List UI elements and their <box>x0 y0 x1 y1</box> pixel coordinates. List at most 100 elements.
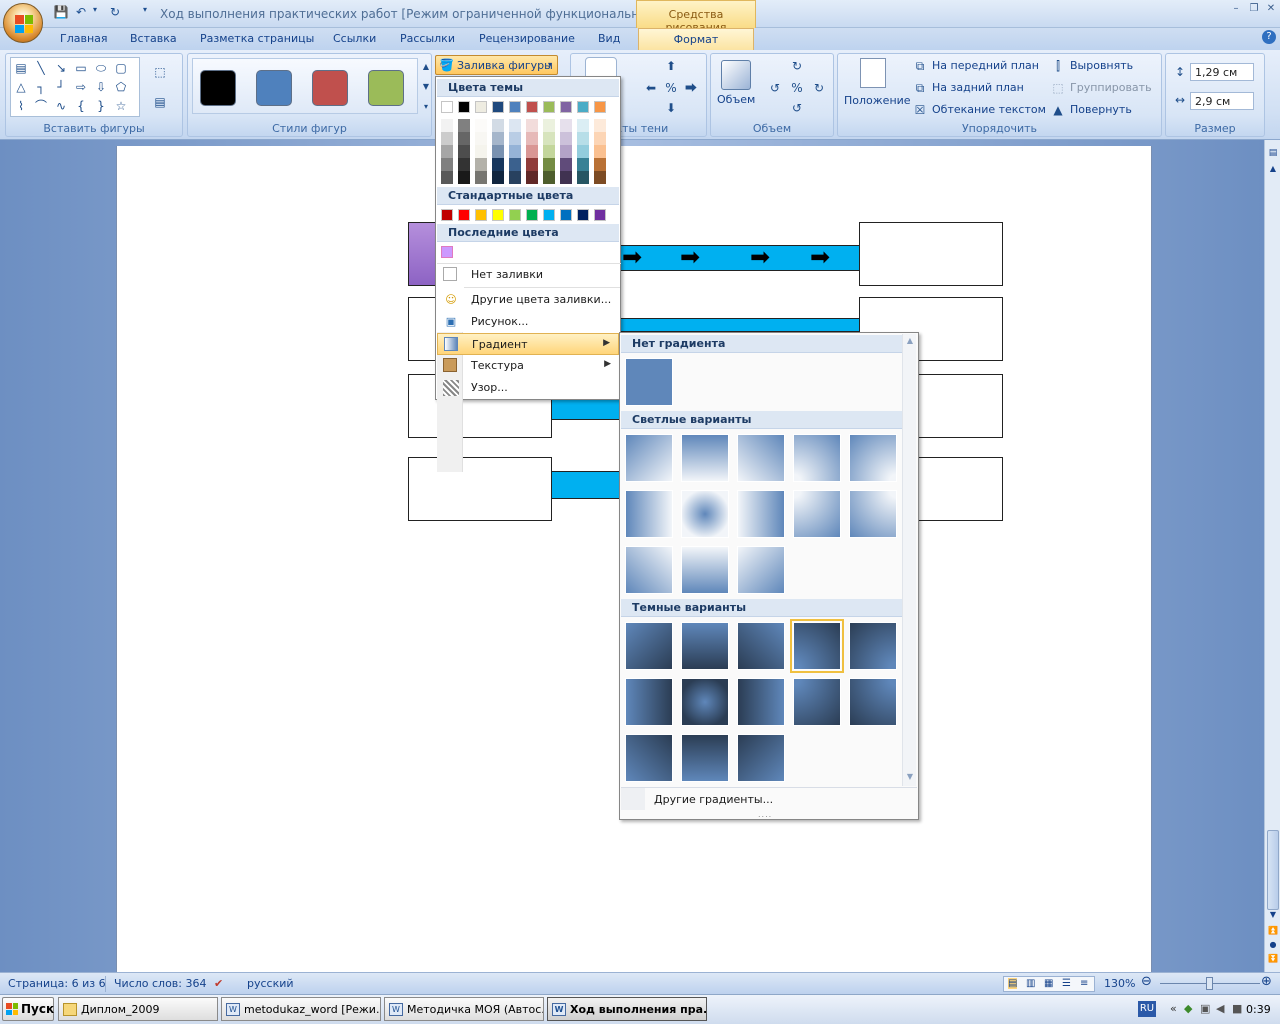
theme-color-swatch[interactable] <box>441 101 453 113</box>
theme-color-shade[interactable] <box>492 158 504 171</box>
standard-color-swatch[interactable] <box>441 209 453 221</box>
standard-color-swatch[interactable] <box>594 209 606 221</box>
zoom-level[interactable]: 130% <box>1104 977 1135 990</box>
light-gradient-swatch[interactable] <box>681 490 729 538</box>
nudge-up-icon[interactable]: ⬆ <box>663 58 679 74</box>
theme-color-shade[interactable] <box>458 119 470 132</box>
theme-color-shade[interactable] <box>509 145 521 158</box>
send-back-button[interactable]: На задний план <box>932 81 1024 94</box>
standard-color-swatch[interactable] <box>509 209 521 221</box>
scroll-down-icon[interactable]: ▼ <box>904 772 916 781</box>
dark-gradient-swatch[interactable] <box>849 678 897 726</box>
theme-color-shade[interactable] <box>509 119 521 132</box>
tab-home[interactable]: Главная <box>60 32 108 45</box>
style-swatch-green[interactable] <box>368 70 404 106</box>
theme-color-shade[interactable] <box>458 158 470 171</box>
theme-color-shade[interactable] <box>441 132 453 145</box>
theme-color-shade[interactable] <box>594 158 606 171</box>
theme-color-shade[interactable] <box>475 119 487 132</box>
tilt-right-icon[interactable]: ↻ <box>811 80 827 96</box>
outline-icon[interactable]: ☰ <box>1062 978 1071 989</box>
tilt-up-icon[interactable]: ↻ <box>789 58 805 74</box>
page-count[interactable]: Страница: 6 из 6 <box>8 977 106 990</box>
nudge-left-icon[interactable]: ⬅ <box>643 80 659 96</box>
theme-color-shade[interactable] <box>509 171 521 184</box>
restore-icon[interactable]: ❐ <box>1246 3 1262 17</box>
redo-icon[interactable]: ↻ <box>106 5 124 21</box>
position-button[interactable]: Положение <box>844 94 911 107</box>
diagram-box[interactable] <box>917 457 1003 521</box>
theme-color-shade[interactable] <box>458 145 470 158</box>
height-input[interactable]: 1,29 см <box>1190 63 1254 81</box>
3d-effects-label[interactable]: Объем <box>717 93 755 106</box>
proofing-icon[interactable]: ✔ <box>214 977 223 990</box>
light-gradient-swatch[interactable] <box>849 434 897 482</box>
theme-color-shade[interactable] <box>560 171 572 184</box>
dark-gradient-swatch[interactable] <box>790 619 844 673</box>
light-gradient-swatch[interactable] <box>625 490 673 538</box>
theme-color-shade[interactable] <box>577 119 589 132</box>
diagram-box[interactable] <box>408 297 438 361</box>
oval-icon[interactable]: ⬭ <box>93 60 109 76</box>
tray-app-icon[interactable]: ◆ <box>1184 1002 1192 1015</box>
print-layout-icon[interactable]: ▤ <box>1008 978 1018 989</box>
close-icon[interactable]: ✕ <box>1263 3 1279 17</box>
tab-review[interactable]: Рецензирование <box>479 32 575 45</box>
3d-toggle-icon[interactable]: % <box>789 80 805 96</box>
standard-color-swatch[interactable] <box>492 209 504 221</box>
theme-color-swatch[interactable] <box>509 101 521 113</box>
network-icon[interactable]: ▣ <box>1200 1002 1210 1015</box>
undo-icon[interactable]: ↶ <box>72 5 90 21</box>
light-gradient-swatch[interactable] <box>737 434 785 482</box>
dark-gradient-swatch[interactable] <box>737 622 785 670</box>
triangle-icon[interactable]: △ <box>13 79 29 95</box>
arrow-bar-3[interactable] <box>551 398 621 420</box>
arrow-bar-4[interactable] <box>551 471 621 499</box>
theme-color-shade[interactable] <box>509 158 521 171</box>
dark-gradient-swatch[interactable] <box>681 678 729 726</box>
right-arrow-shape-icon[interactable]: ⇨ <box>73 79 89 95</box>
3d-effects-icon[interactable] <box>721 60 751 90</box>
taskbar-item-word-active[interactable]: W Ход выполнения пра... <box>547 997 707 1021</box>
edit-shape-icon[interactable]: ⬚ <box>152 64 168 80</box>
resize-grip-icon[interactable]: .... <box>758 810 772 819</box>
pattern-item[interactable]: Узор... <box>437 377 619 399</box>
next-page-icon[interactable]: ⏬ <box>1266 954 1280 966</box>
standard-color-swatch[interactable] <box>458 209 470 221</box>
vertical-scrollbar[interactable]: ▤ ▲ ▼ ⏫ ● ⏬ <box>1264 140 1280 972</box>
standard-color-swatch[interactable] <box>475 209 487 221</box>
light-gradient-swatch[interactable] <box>681 546 729 594</box>
dark-gradient-swatch[interactable] <box>793 678 841 726</box>
clock[interactable]: 0:39 <box>1246 1003 1271 1016</box>
standard-color-swatch[interactable] <box>560 209 572 221</box>
dark-gradient-swatch[interactable] <box>737 678 785 726</box>
freeform-icon[interactable]: ⬠ <box>113 79 129 95</box>
theme-color-swatch[interactable] <box>594 101 606 113</box>
dark-gradient-swatch[interactable] <box>625 622 673 670</box>
texture-item[interactable]: Текстура ▶ <box>437 355 619 377</box>
theme-color-shade[interactable] <box>594 119 606 132</box>
view-buttons[interactable]: ▤ ▥ ▦ ☰ ≡ <box>1003 976 1095 992</box>
recent-color-swatch[interactable] <box>441 246 453 258</box>
dark-gradient-swatch[interactable] <box>625 678 673 726</box>
down-arrow-shape-icon[interactable]: ⇩ <box>93 79 109 95</box>
language-indicator[interactable]: русский <box>247 977 294 990</box>
tilt-down-icon[interactable]: ↺ <box>789 100 805 116</box>
tab-references[interactable]: Ссылки <box>333 32 376 45</box>
rectangle-icon[interactable]: ▭ <box>73 60 89 76</box>
textbox-icon[interactable]: ▤ <box>13 60 29 76</box>
dark-gradient-swatch[interactable] <box>681 622 729 670</box>
align-button[interactable]: Выровнять <box>1070 59 1133 72</box>
language-bar[interactable]: RU <box>1138 1001 1156 1017</box>
theme-color-shade[interactable] <box>577 132 589 145</box>
tab-page-layout[interactable]: Разметка страницы <box>200 32 314 45</box>
dark-gradient-swatch[interactable] <box>849 622 897 670</box>
light-gradient-swatch[interactable] <box>793 490 841 538</box>
theme-color-shade[interactable] <box>441 171 453 184</box>
scroll-up-icon[interactable]: ▲ <box>1266 164 1280 178</box>
scroll-down-icon[interactable]: ▼ <box>1266 910 1280 922</box>
gradient-scrollbar[interactable]: ▲ ▼ <box>902 334 916 786</box>
theme-color-shade[interactable] <box>577 171 589 184</box>
zoom-slider-thumb[interactable] <box>1206 977 1213 990</box>
tab-view[interactable]: Вид <box>598 32 620 45</box>
